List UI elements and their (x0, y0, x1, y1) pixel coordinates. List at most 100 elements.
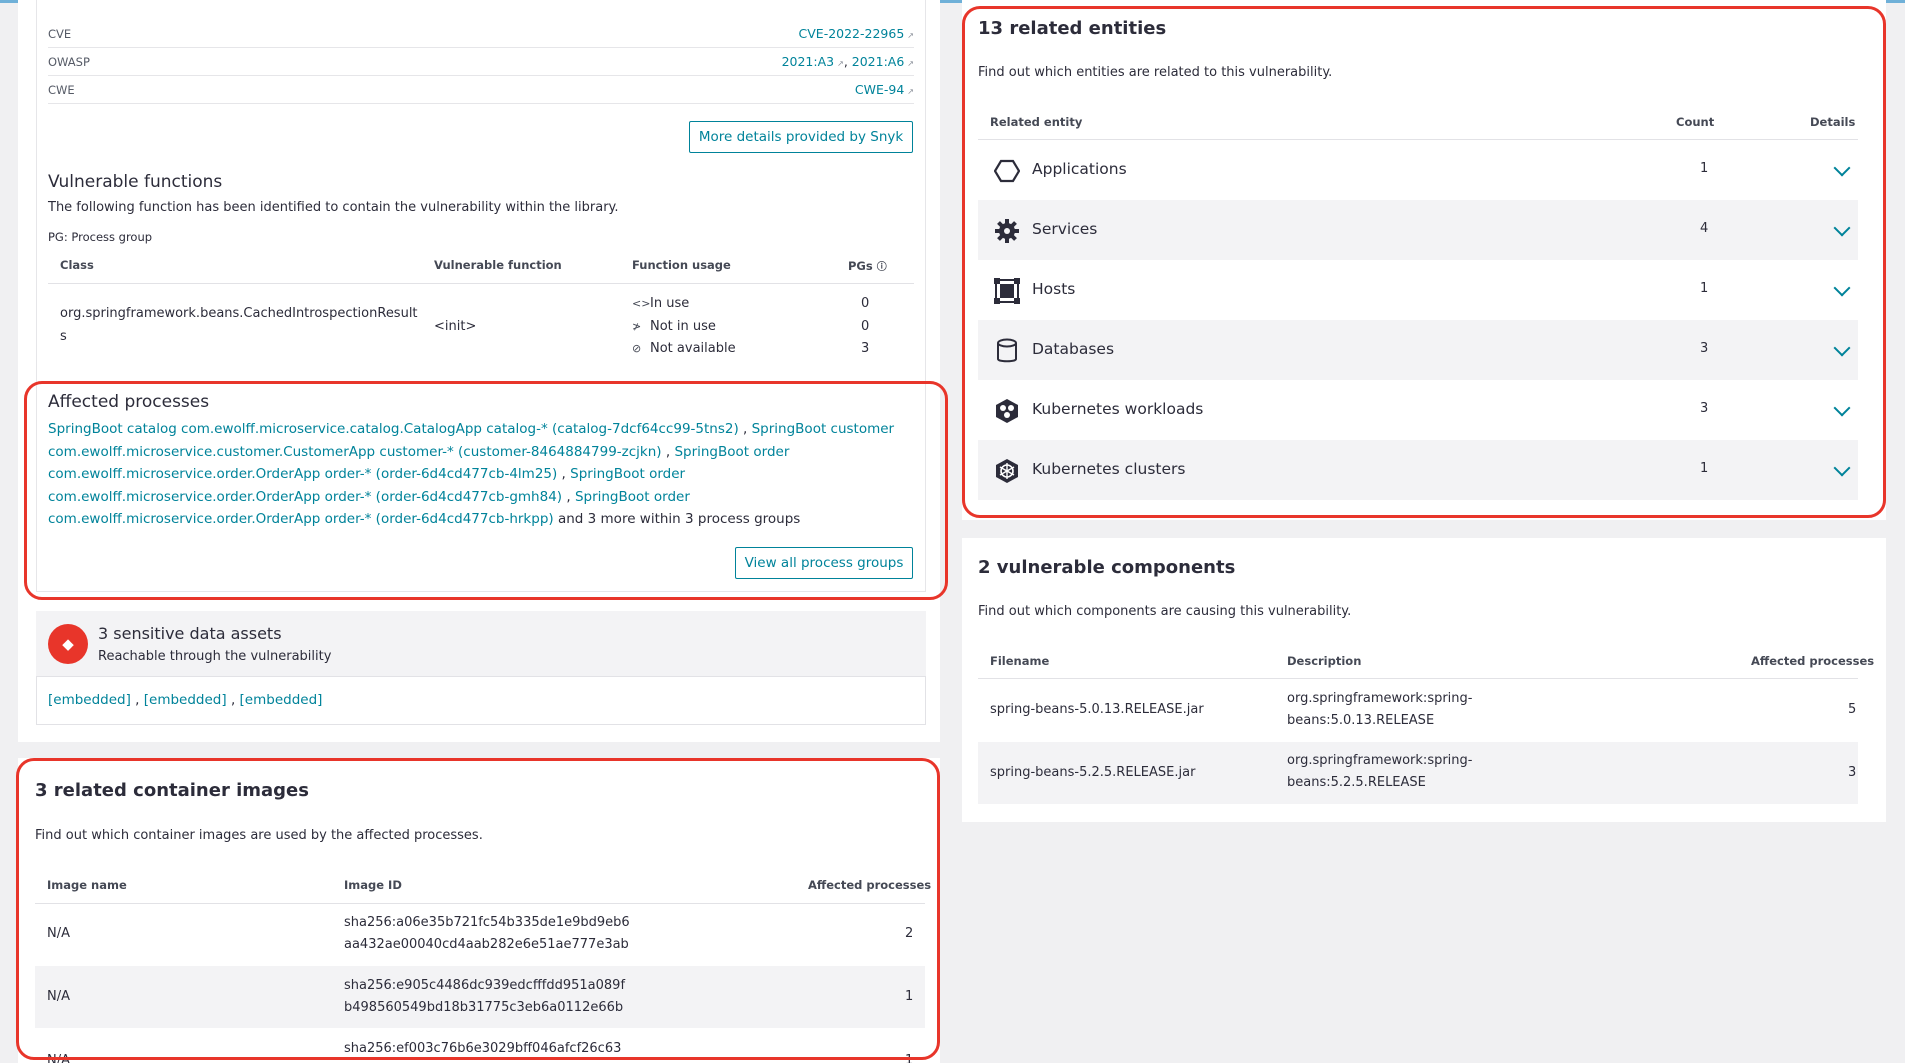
code-icon: <> (632, 297, 651, 310)
entity-row-kubernetes-clusters[interactable]: Kubernetes clusters 1 (978, 440, 1858, 500)
container-images-description: Find out which container images are used… (35, 828, 483, 843)
affected-processes-title: Affected processes (48, 392, 210, 412)
th-description: Description (1287, 654, 1362, 668)
code-off-icon: ≯ (632, 320, 642, 333)
gear-icon (994, 218, 1020, 244)
th-function-usage: Function usage (632, 258, 731, 272)
owasp-row: OWASP 2021:A3 ↗, 2021:A6 ↗ (48, 48, 914, 76)
not-available-icon: ⊘ (632, 342, 642, 355)
image-id-line2: aa432ae00040cd4aab282e6e51ae777e3ab (344, 937, 629, 952)
host-icon (994, 278, 1020, 304)
container-images-title: 3 related container images (35, 780, 309, 801)
entity-row-applications[interactable]: Applications 1 (978, 140, 1858, 200)
process-link[interactable]: SpringBoot catalog com.ewolff.microservi… (48, 421, 739, 437)
related-entities-title: 13 related entities (978, 18, 1167, 39)
component-desc-line2: beans:5.2.5.RELEASE (1287, 775, 1426, 790)
chevron-down-icon[interactable] (1833, 279, 1851, 297)
sensitive-assets-list: [embedded] , [embedded] , [embedded] (48, 692, 323, 708)
vulnerable-components-title: 2 vulnerable components (978, 557, 1236, 578)
entity-name: Services (1032, 220, 1098, 238)
chevron-down-icon[interactable] (1833, 459, 1851, 477)
info-icon: ⓘ (876, 262, 887, 273)
th-image-affected: Affected processes (808, 878, 932, 892)
image-name: N/A (47, 989, 70, 1004)
processes-more-text: and 3 more within 3 process groups (553, 511, 801, 527)
function-class-line2: s (60, 329, 67, 344)
image-affected: 2 (905, 926, 914, 941)
kubernetes-workload-icon (994, 398, 1020, 424)
entity-row-databases[interactable]: Databases 3 (978, 320, 1858, 380)
view-all-process-groups-button[interactable]: View all process groups (735, 547, 913, 579)
th-pgs: PGs ⓘ (848, 259, 887, 273)
asset-link[interactable]: [embedded] (240, 692, 323, 708)
entity-count: 1 (1700, 281, 1709, 296)
th-component-affected: Affected processes (1751, 654, 1875, 668)
entity-row-kubernetes-workloads[interactable]: Kubernetes workloads 3 (978, 380, 1858, 440)
usage-in-use: <>In use (632, 296, 690, 311)
component-affected: 3 (1848, 765, 1857, 780)
image-id-line1: sha256:e905c4486dc939edcfffdd951a089f (344, 978, 626, 993)
database-icon (994, 338, 1020, 364)
th-class: Class (60, 258, 94, 272)
usage-in-use-count: 0 (861, 296, 870, 311)
chevron-down-icon[interactable] (1833, 159, 1851, 177)
external-link-icon: ↗ (907, 31, 914, 40)
th-image-name: Image name (47, 878, 127, 892)
entity-name: Hosts (1032, 280, 1076, 298)
function-name: <init> (434, 319, 477, 334)
component-affected: 5 (1848, 702, 1857, 717)
external-link-icon: ↗ (907, 59, 914, 68)
external-link-icon: ↗ (837, 59, 844, 68)
chevron-down-icon[interactable] (1833, 339, 1851, 357)
image-name: N/A (47, 926, 70, 941)
entity-name: Applications (1032, 160, 1127, 178)
th-image-id: Image ID (344, 878, 402, 892)
cve-row: CVE CVE-2022-22965 ↗ (48, 20, 914, 48)
related-entities-description: Find out which entities are related to t… (978, 65, 1333, 80)
usage-not-available: ⊘ Not available (632, 341, 736, 356)
component-desc-line1: org.springframework:spring- (1287, 753, 1473, 768)
entity-row-hosts[interactable]: Hosts 1 (978, 260, 1858, 320)
entity-name: Databases (1032, 340, 1115, 358)
entity-row-services[interactable]: Services 4 (978, 200, 1858, 260)
component-desc-line2: beans:5.0.13.RELEASE (1287, 713, 1435, 728)
entity-name: Kubernetes clusters (1032, 460, 1186, 478)
component-filename: spring-beans-5.0.13.RELEASE.jar (990, 702, 1204, 717)
image-affected: 1 (905, 1053, 914, 1063)
usage-not-in-use: ≯ Not in use (632, 319, 716, 334)
owasp-link-a6[interactable]: 2021:A6 (852, 54, 905, 69)
affected-processes-list: SpringBoot catalog com.ewolff.microservi… (48, 421, 895, 527)
sensitive-assets-title: 3 sensitive data assets (98, 624, 282, 643)
th-filename: Filename (990, 654, 1050, 668)
cwe-link[interactable]: CWE-94 (855, 82, 904, 97)
component-filename: spring-beans-5.2.5.RELEASE.jar (990, 765, 1196, 780)
chevron-down-icon[interactable] (1833, 399, 1851, 417)
image-id-line1: sha256:a06e35b721fc54b335de1e9bd9eb6 (344, 915, 630, 930)
owasp-label: OWASP (48, 55, 90, 69)
cwe-label: CWE (48, 83, 75, 97)
asset-link[interactable]: [embedded] (144, 692, 227, 708)
vulnerable-functions-description: The following function has been identifi… (48, 200, 619, 215)
asset-link[interactable]: [embedded] (48, 692, 131, 708)
vulnerable-components-description: Find out which components are causing th… (978, 604, 1352, 619)
pg-legend: PG: Process group (48, 230, 153, 244)
entity-count: 3 (1700, 401, 1709, 416)
sensitive-assets-header: ◆ 3 sensitive data assets Reachable thro… (36, 611, 926, 677)
entity-count: 3 (1700, 341, 1709, 356)
cve-label: CVE (48, 27, 72, 41)
th-count: Count (1676, 115, 1715, 129)
function-class-line1: org.springframework.beans.CachedIntrospe… (60, 306, 418, 321)
cwe-row: CWE CWE-94 ↗ (48, 76, 914, 104)
image-name: N/A (47, 1053, 70, 1063)
cve-link[interactable]: CVE-2022-22965 (799, 26, 905, 41)
more-details-button[interactable]: More details provided by Snyk (689, 121, 913, 153)
owasp-link-a3[interactable]: 2021:A3 (782, 54, 835, 69)
usage-not-in-use-count: 0 (861, 319, 870, 334)
th-details: Details (1810, 115, 1856, 129)
chevron-down-icon[interactable] (1833, 219, 1851, 237)
image-affected: 1 (905, 989, 914, 1004)
entity-count: 1 (1700, 461, 1709, 476)
hexagon-icon (994, 158, 1020, 184)
sensitive-assets-subtitle: Reachable through the vulnerability (98, 649, 332, 664)
vulnerable-functions-title: Vulnerable functions (48, 172, 223, 192)
